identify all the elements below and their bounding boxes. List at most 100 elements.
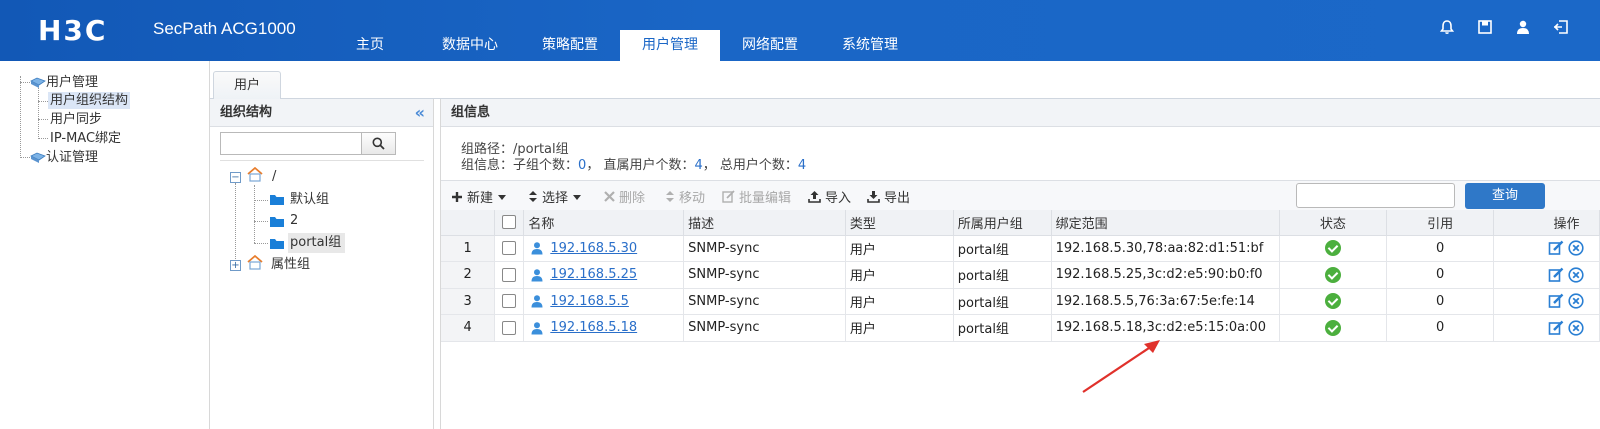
logout-icon[interactable] <box>1552 18 1570 36</box>
edit-icon[interactable] <box>1548 240 1564 256</box>
sidebar-item-user-org[interactable]: 用户组织结构 <box>48 92 131 109</box>
tree-root[interactable]: / <box>272 167 276 187</box>
new-button[interactable]: 新建 <box>451 187 507 206</box>
expand-attr-group-toggle[interactable]: + <box>230 260 241 271</box>
user-icon <box>531 269 543 282</box>
type-cell: 用户 <box>845 288 954 315</box>
save-icon[interactable] <box>1476 18 1494 36</box>
col-type[interactable]: 类型 <box>845 210 954 236</box>
collapse-left-icon[interactable]: « <box>415 99 425 127</box>
edit-icon <box>722 190 735 203</box>
row-checkbox[interactable] <box>502 294 517 309</box>
group-info-title: 组信息 <box>441 99 1600 127</box>
batch-edit-button[interactable]: 批量编辑 <box>722 187 791 206</box>
org-search-input[interactable] <box>220 132 362 155</box>
user-icon <box>531 295 543 308</box>
row-checkbox[interactable] <box>502 320 517 335</box>
table-row[interactable]: 3 192.168.5.5 SNMP-sync 用户 portal组 192.168.5.… <box>441 288 1600 315</box>
folder-icon <box>269 193 285 210</box>
sort-icon <box>529 191 537 202</box>
edit-icon[interactable] <box>1548 320 1564 336</box>
table-search-input[interactable] <box>1296 183 1455 208</box>
total-user-count: 4 <box>797 158 807 173</box>
tree-item-portal-group[interactable]: portal组 <box>288 233 346 253</box>
delete-circle-icon[interactable] <box>1567 293 1584 309</box>
nav-network-config[interactable]: 网络配置 <box>720 30 820 61</box>
desc-cell: SNMP-sync <box>683 314 846 342</box>
table-row[interactable]: 4 192.168.5.18 SNMP-sync 用户 portal组 192.168.5… <box>441 314 1600 342</box>
delete-circle-icon[interactable] <box>1567 320 1584 336</box>
auth-management-folder-icon <box>30 152 46 164</box>
col-ref[interactable]: 引用 <box>1386 210 1494 236</box>
row-checkbox-cell <box>494 288 525 315</box>
edit-icon[interactable] <box>1548 267 1564 283</box>
group-cell: portal组 <box>953 261 1052 289</box>
select-button[interactable]: 选择 <box>528 187 582 206</box>
query-button[interactable]: 查询 <box>1465 183 1545 209</box>
nav-policy-config[interactable]: 策略配置 <box>520 30 620 61</box>
table-row[interactable]: 1 192.168.5.30 SNMP-sync 用户 portal组 192.168.5… <box>441 235 1600 262</box>
bind-range-cell: 192.168.5.25,3c:d2:e5:90:b0:f0 <box>1051 261 1280 289</box>
sidebar-item-auth-management[interactable]: 认证管理 <box>46 149 98 166</box>
col-status[interactable]: 状态 <box>1279 210 1388 236</box>
col-name[interactable]: 名称 <box>523 210 685 236</box>
sidebar-item-user-sync[interactable]: 用户同步 <box>50 111 102 128</box>
tree-item-attr-group[interactable]: 属性组 <box>271 255 310 275</box>
col-bind-range[interactable]: 绑定范围 <box>1051 210 1280 236</box>
status-ok-icon <box>1324 266 1341 283</box>
select-all-checkbox[interactable] <box>502 215 517 230</box>
delete-circle-icon[interactable] <box>1567 240 1584 256</box>
nav-system-management[interactable]: 系统管理 <box>820 30 920 61</box>
group-info-panel: 组信息 组路径：/portal组 组信息：子组个数：0， 直属用户个数：4， 总… <box>440 99 1600 429</box>
col-desc[interactable]: 描述 <box>683 210 846 236</box>
table-row[interactable]: 2 192.168.5.25 SNMP-sync 用户 portal组 192.168.5… <box>441 261 1600 289</box>
user-name-link[interactable]: 192.168.5.18 <box>550 320 637 335</box>
tree-item-group-2[interactable]: 2 <box>290 211 298 231</box>
sidebar-item-ip-mac[interactable]: IP-MAC绑定 <box>50 130 121 147</box>
user-name-link[interactable]: 192.168.5.5 <box>550 294 629 309</box>
org-search-button[interactable] <box>362 132 396 155</box>
user-management-folder-icon <box>30 77 46 89</box>
group-cell: portal组 <box>953 314 1052 342</box>
desc-cell: SNMP-sync <box>683 235 846 262</box>
org-panel-header: 组织结构 « <box>210 99 433 127</box>
home-folder-icon <box>246 254 264 274</box>
collapse-root-toggle[interactable]: − <box>230 172 241 183</box>
type-cell: 用户 <box>845 314 954 342</box>
sidebar-item-user-management[interactable]: 用户管理 <box>46 74 98 91</box>
delete-button[interactable]: 删除 <box>604 187 645 206</box>
name-cell: 192.168.5.18 <box>523 314 685 342</box>
export-button[interactable]: 导出 <box>867 187 910 206</box>
tree-item-default-group[interactable]: 默认组 <box>290 190 329 210</box>
status-ok-icon <box>1324 319 1341 336</box>
sort-icon <box>666 191 674 202</box>
row-index: 3 <box>441 288 496 315</box>
status-cell <box>1279 261 1388 289</box>
user-name-link[interactable]: 192.168.5.25 <box>550 267 637 282</box>
row-checkbox[interactable] <box>502 241 517 256</box>
nav-data-center[interactable]: 数据中心 <box>420 30 520 61</box>
delete-circle-icon[interactable] <box>1567 267 1584 283</box>
edit-icon[interactable] <box>1548 293 1564 309</box>
name-cell: 192.168.5.25 <box>523 261 685 289</box>
desc-cell: SNMP-sync <box>683 261 846 289</box>
user-name-link[interactable]: 192.168.5.30 <box>550 241 637 256</box>
download-icon <box>867 191 880 203</box>
direct-user-count: 4 <box>694 158 703 173</box>
row-checkbox-cell <box>494 235 525 262</box>
import-button[interactable]: 导入 <box>808 187 851 206</box>
tab-user[interactable]: 用户 <box>213 71 281 100</box>
move-button[interactable]: 移动 <box>665 187 705 206</box>
plus-icon <box>452 191 462 202</box>
col-group[interactable]: 所属用户组 <box>953 210 1052 236</box>
main-nav: 主页 数据中心 策略配置 用户管理 网络配置 系统管理 <box>320 30 920 61</box>
name-cell: 192.168.5.5 <box>523 288 685 315</box>
org-panel-title: 组织结构 <box>220 105 273 120</box>
nav-user-management[interactable]: 用户管理 <box>620 30 720 61</box>
nav-home[interactable]: 主页 <box>320 30 420 61</box>
user-icon[interactable] <box>1514 18 1532 36</box>
bell-icon[interactable] <box>1438 18 1456 36</box>
ref-cell: 0 <box>1386 314 1494 342</box>
row-checkbox[interactable] <box>502 267 517 282</box>
caret-down-icon <box>573 194 582 200</box>
